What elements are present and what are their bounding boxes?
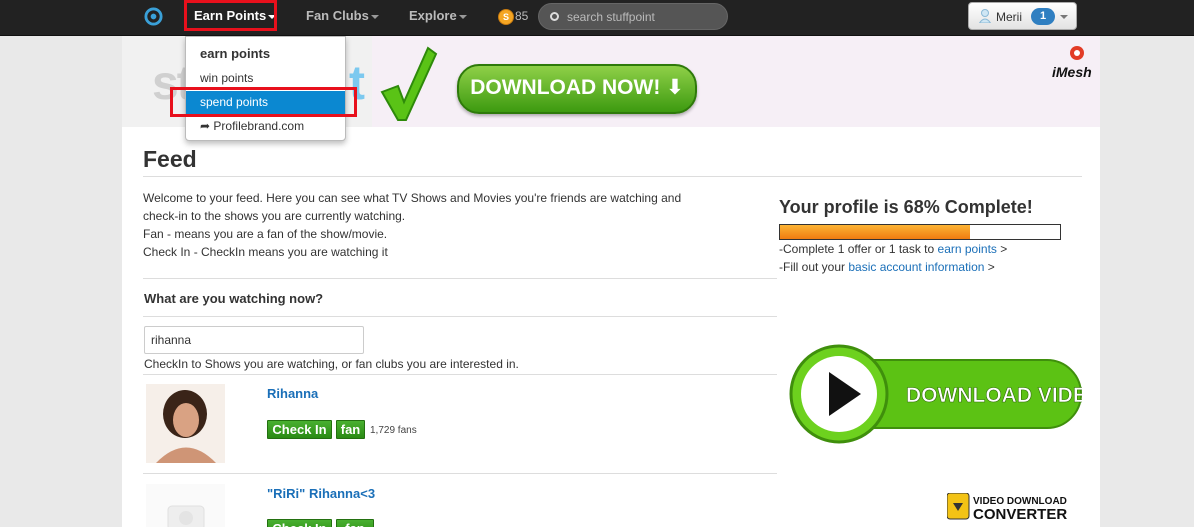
fan-button[interactable]: fan [336,519,374,527]
feed-intro: Welcome to your feed. Here you can see w… [143,189,773,261]
chevron-down-icon [458,14,467,19]
watching-search-input[interactable] [144,326,364,354]
todo-text: -Fill out your [779,260,849,274]
result-thumbnail[interactable] [146,384,225,463]
divider [143,176,1082,177]
user-avatar-icon [979,9,991,23]
profile-progress-bar [779,224,1061,240]
video-download-converter-logo[interactable]: VIDEO DOWNLOAD CONVERTER [947,493,1082,523]
intro-line: Fan - means you are a fan of the show/mo… [143,227,388,241]
placeholder-photo-icon [167,505,205,527]
profile-completion-heading: Your profile is 68% Complete! [779,197,1033,217]
todo-arrow: > [996,242,1008,256]
todo-arrow: > [984,260,995,274]
dropdown-heading: earn points [200,46,271,61]
points-coin-icon: S [498,9,514,25]
menu-item-profilebrand[interactable]: ➦ Profilebrand.com [186,115,345,138]
search-input[interactable] [567,8,717,26]
download-now-button[interactable]: DOWNLOAD NOW! ⬇ [457,64,697,114]
check-in-button[interactable]: Check In [267,420,332,439]
share-arrow-icon: ➦ [200,119,214,133]
earn-points-link[interactable]: earn points [938,242,997,256]
divider [143,316,777,317]
points-count[interactable]: 85 [515,9,528,23]
fan-button[interactable]: fan [336,420,365,439]
spend-points-annotation-box [170,87,357,117]
download-now-label: DOWNLOAD NOW! [470,76,661,99]
imesh-brand: iMesh [1052,64,1092,80]
checkmark-icon [380,46,438,121]
divider [143,374,777,375]
notification-badge[interactable]: 1 [1031,8,1055,25]
user-menu-button[interactable]: Merii 1 [968,2,1077,30]
chevron-down-icon [370,14,379,19]
earn-points-annotation-box [184,0,277,31]
result-thumbnail[interactable] [146,484,225,527]
intro-line: Welcome to your feed. Here you can see w… [143,191,682,205]
menu-item-profilebrand-label: Profilebrand.com [213,119,305,133]
nav-fan-clubs-label: Fan Clubs [306,8,369,23]
download-videos-free-ad[interactable]: DOWNLOAD VIDEOS FREE [789,344,1082,444]
profile-progress-fill [780,225,971,239]
result-name-link[interactable]: Rihanna [267,386,318,401]
person-photo-icon [146,384,225,463]
nav-explore-label: Explore [409,8,457,23]
todo-text: -Complete 1 offer or 1 task to [779,242,938,256]
intro-line: check-in to the shows you are currently … [143,209,406,223]
watching-hint: CheckIn to Shows you are watching, or fa… [144,357,519,371]
search-box [538,3,728,30]
username: Merii [996,10,1022,24]
fan-count: 1,729 fans [370,425,417,436]
main-content: Feed Welcome to your feed. Here you can … [122,127,1100,527]
divider [143,278,777,279]
profile-todo-item: -Fill out your basic account information… [779,260,995,274]
page-title: Feed [143,146,197,172]
nav-explore[interactable]: Explore [409,8,467,23]
result-name-link[interactable]: "RiRi" Rihanna<3 [267,486,375,501]
top-navbar: Earn Points Fan Clubs Explore S 85 Merii… [0,0,1194,36]
divider [143,473,777,474]
nav-fan-clubs[interactable]: Fan Clubs [306,8,379,23]
check-in-button[interactable]: Check In [267,519,332,527]
chevron-down-icon [1060,15,1068,19]
intro-line: Check In - CheckIn means you are watchin… [143,245,388,259]
search-icon [550,12,559,21]
watching-heading: What are you watching now? [144,291,324,306]
basic-account-info-link[interactable]: basic account information [848,260,984,274]
stuffpoint-logo-icon[interactable] [144,7,163,26]
vdc-brand-line2: CONVERTER [973,506,1067,523]
profile-todo-item: -Complete 1 offer or 1 task to earn poin… [779,242,1007,256]
download-videos-label: DOWNLOAD VIDEOS FREE [906,384,1082,407]
